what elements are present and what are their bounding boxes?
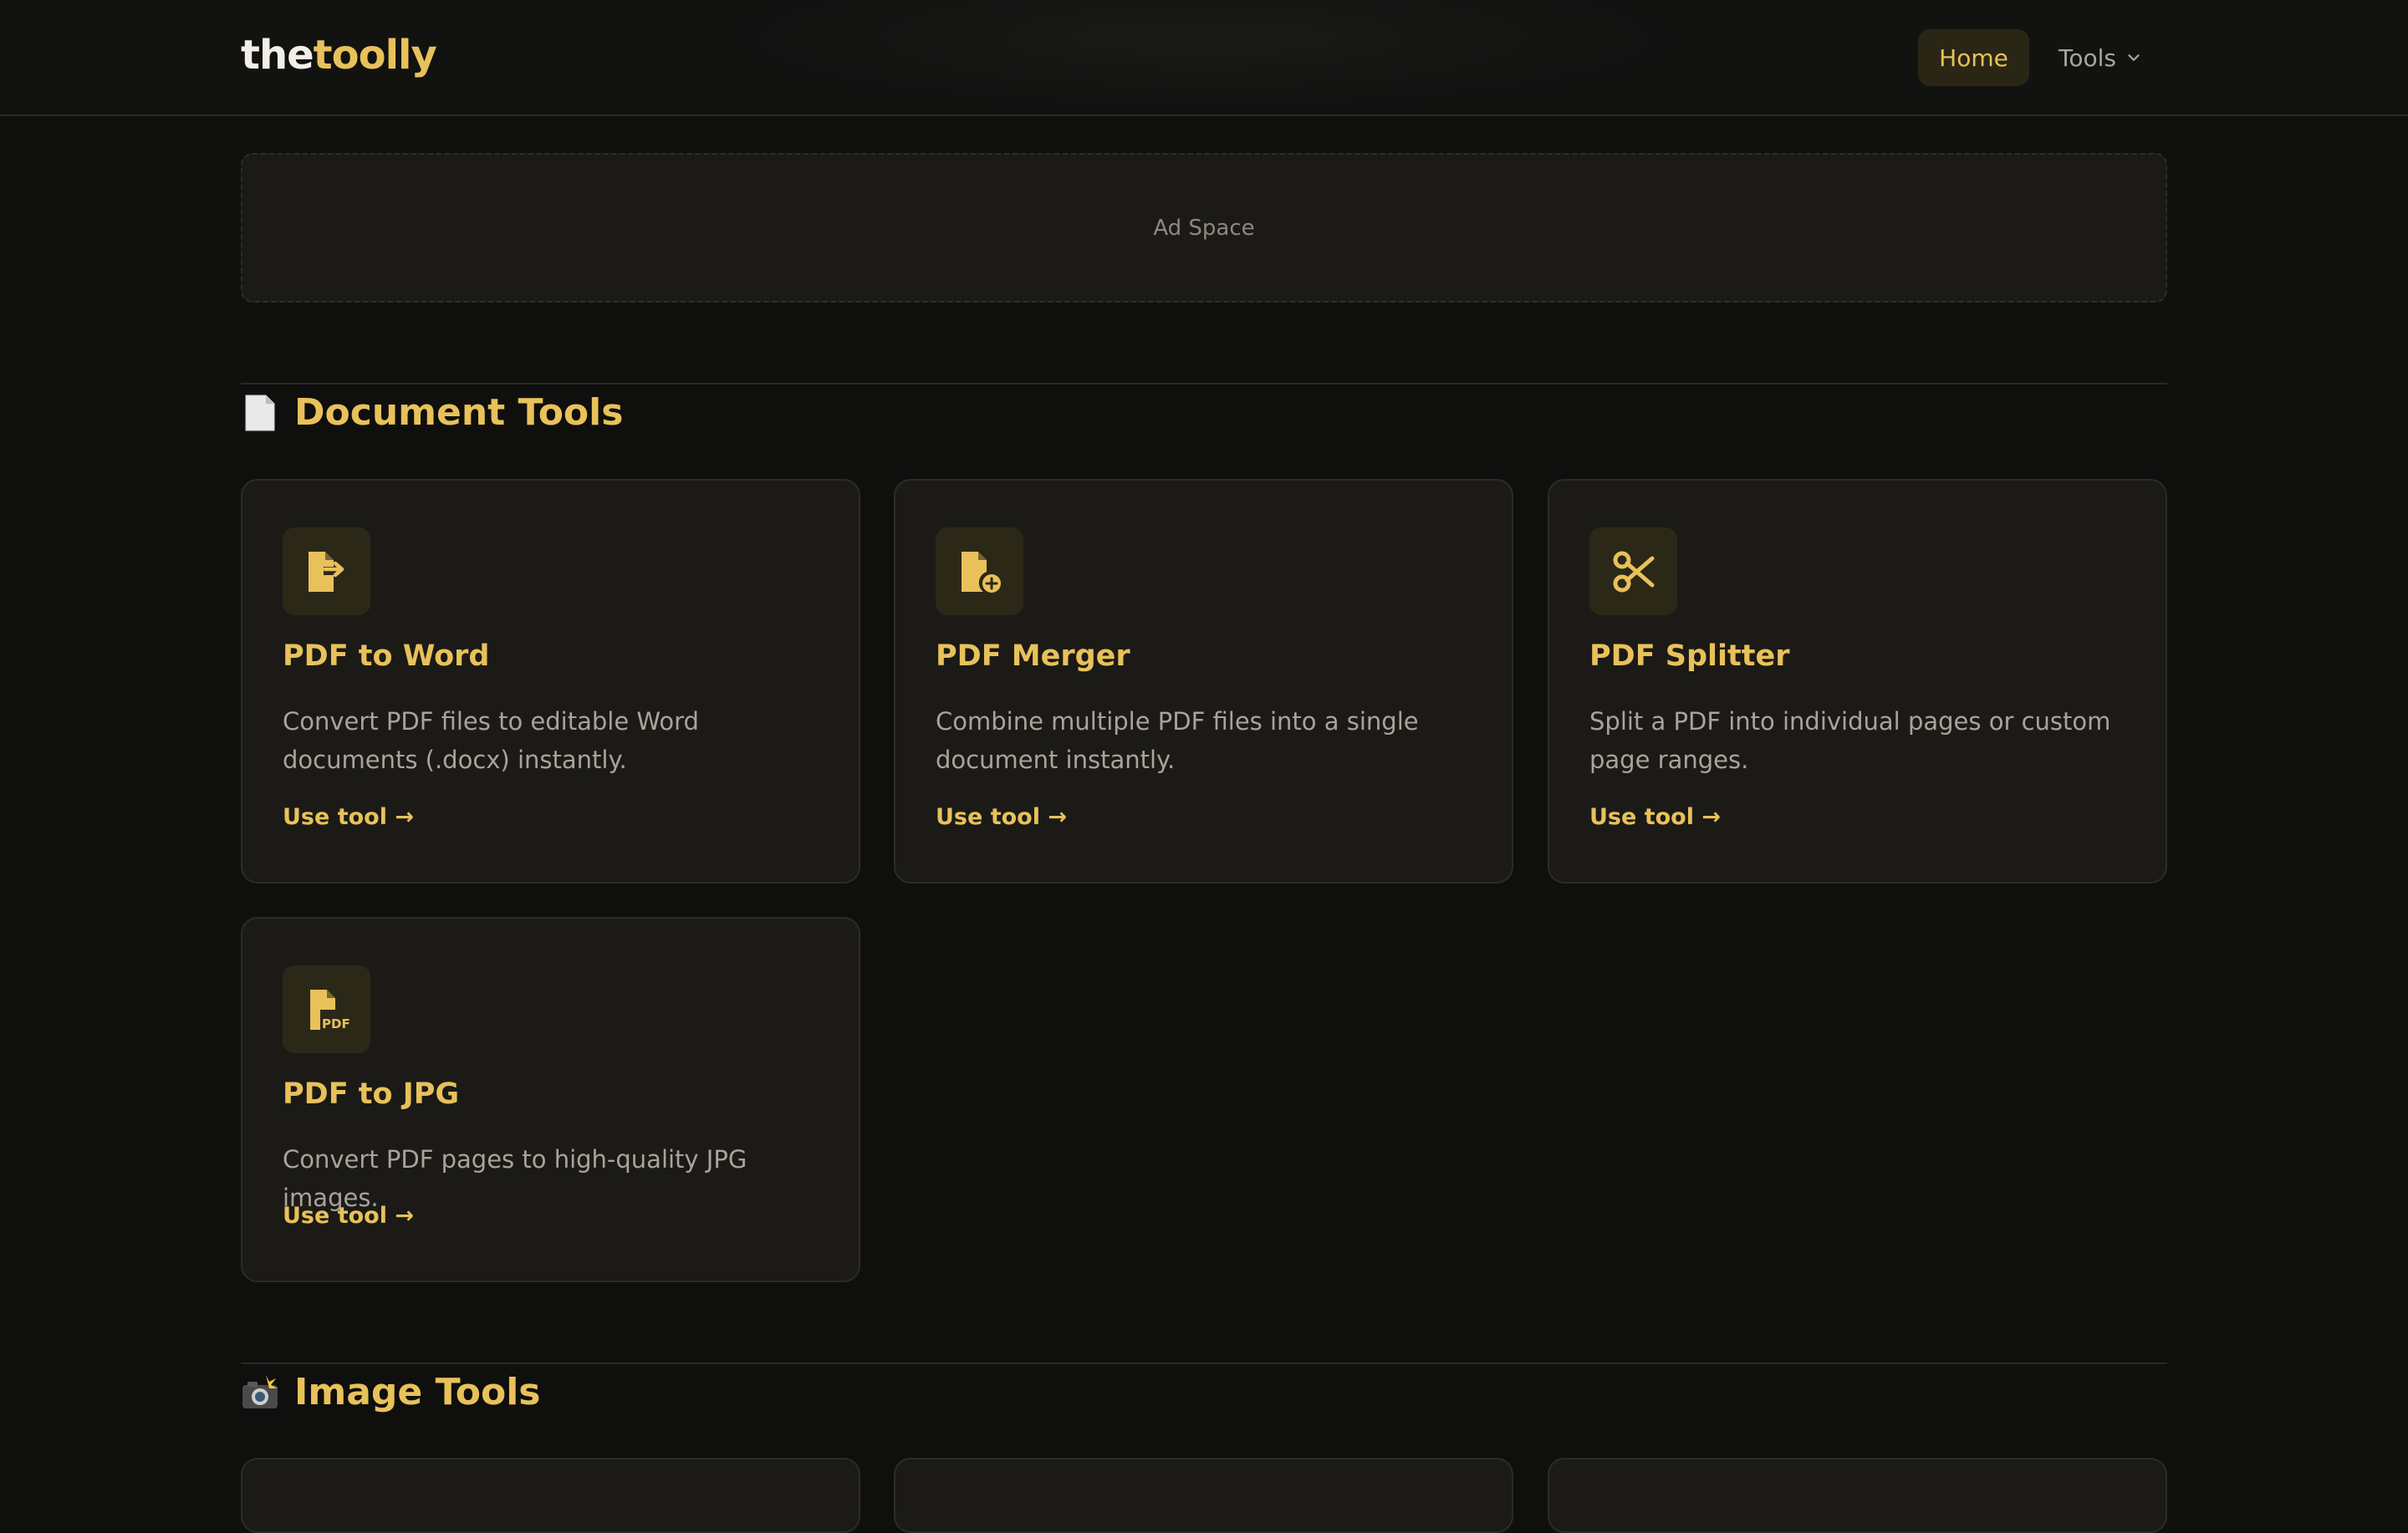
section-title-image-tools: Image Tools	[241, 1371, 540, 1413]
card-title: PDF to JPG	[283, 1077, 460, 1111]
tool-card-pdf-to-word[interactable]: PDF to Word Convert PDF files to editabl…	[241, 479, 860, 884]
tool-card-pdf-merger[interactable]: PDF Merger Combine multiple PDF files in…	[894, 479, 1513, 884]
page-emoji-icon	[245, 395, 275, 430]
camera-flash-emoji-icon	[242, 1374, 278, 1408]
section-title-text: Document Tools	[294, 391, 624, 434]
nav-tools-dropdown[interactable]: Tools	[2059, 29, 2143, 86]
header-glow	[719, 0, 1689, 109]
file-pdf-icon: PDF	[309, 989, 350, 1031]
tool-card-image-1[interactable]	[241, 1458, 860, 1533]
use-tool-link[interactable]: Use tool →	[283, 804, 414, 830]
card-icon-tile: PDF	[283, 965, 370, 1053]
card-title: PDF Splitter	[1589, 639, 1790, 673]
card-title: PDF to Word	[283, 639, 490, 673]
use-tool-link[interactable]: Use tool →	[283, 1203, 414, 1229]
card-description: Convert PDF files to editable Word docum…	[283, 707, 699, 774]
tool-card-pdf-splitter[interactable]: PDF Splitter Split a PDF into individual…	[1548, 479, 2167, 884]
use-tool-link[interactable]: Use tool →	[1589, 804, 1721, 830]
nav-tools-label: Tools	[2059, 43, 2116, 72]
use-tool-link[interactable]: Use tool →	[936, 804, 1067, 830]
scissors-icon	[1613, 551, 1654, 592]
svg-text:PDF: PDF	[322, 1016, 350, 1031]
section-title-text: Image Tools	[294, 1371, 541, 1413]
card-title: PDF Merger	[936, 639, 1130, 673]
section-title-document-tools: Document Tools	[241, 391, 623, 434]
section-divider	[241, 383, 2167, 385]
logo-text-toolly: toolly	[313, 32, 437, 79]
chevron-down-icon	[2128, 54, 2140, 61]
nav-home-link[interactable]: Home	[1918, 29, 2029, 86]
card-description: Combine multiple PDF files into a single…	[936, 707, 1419, 774]
card-description: Split a PDF into individual pages or cus…	[1589, 707, 2111, 774]
card-icon-tile	[1589, 527, 1677, 615]
tool-card-image-3[interactable]	[1548, 1458, 2167, 1533]
card-icon-tile	[936, 527, 1023, 615]
site-logo[interactable]: thetoolly	[241, 32, 437, 79]
file-add-icon	[961, 551, 1001, 593]
file-export-icon	[308, 551, 344, 592]
section-divider	[241, 1362, 2167, 1364]
tool-card-image-2[interactable]	[894, 1458, 1513, 1533]
card-icon-tile	[283, 527, 370, 615]
top-header: thetoolly Home Tools	[0, 0, 2408, 116]
ad-space: Ad Space	[241, 153, 2167, 303]
tool-card-pdf-to-jpg[interactable]: PDF PDF to JPG Convert PDF pages to high…	[241, 917, 860, 1282]
ad-space-label: Ad Space	[1153, 215, 1255, 241]
logo-text-the: the	[241, 32, 314, 79]
